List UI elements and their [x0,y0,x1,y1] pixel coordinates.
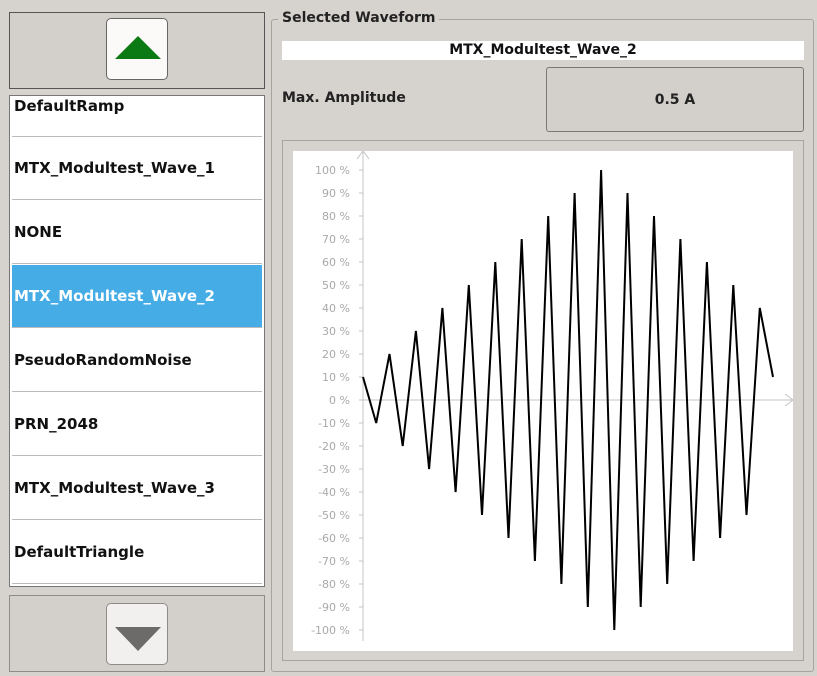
y-tick-label: 100 % [315,164,350,177]
triangle-down-icon [115,627,161,651]
waveform-plot: 100 % 90 % 80 % 70 % 60 % 50 % 40 % 30 % 20 % 10 … [293,151,793,651]
list-item[interactable]: PRN_2048 [12,393,262,456]
y-tick-label: -10 % [318,417,350,430]
y-tick-label: 20 % [322,348,350,361]
y-tick-label: 90 % [322,187,350,200]
scroll-up-panel[interactable] [9,12,265,89]
y-tick-label: -60 % [318,532,350,545]
max-amplitude-label: Max. Amplitude [282,90,406,106]
list-item[interactable]: PseudoRandomNoise [12,329,262,392]
y-tick-label: 40 % [322,302,350,315]
group-title: Selected Waveform [278,10,440,26]
y-tick-label: -40 % [318,486,350,499]
max-amplitude-button[interactable]: 0.5 A [546,67,804,132]
y-tick-label: 80 % [322,210,350,223]
y-tick-label: 50 % [322,279,350,292]
scroll-up-button[interactable] [106,18,168,80]
max-amplitude-value: 0.5 A [654,91,696,108]
y-tick-label: -90 % [318,601,350,614]
list-item-selected[interactable]: MTX_Modultest_Wave_2 [12,265,262,328]
y-tick-label: -80 % [318,578,350,591]
list-item[interactable]: MTX_Modultest_Wave_3 [12,457,262,520]
y-tick-label: -20 % [318,440,350,453]
y-tick-label: -30 % [318,463,350,476]
list-item[interactable]: DefaultTriangle [12,521,262,584]
list-item[interactable]: MTX_Modultest_Wave_1 [12,137,262,200]
scroll-down-panel[interactable] [9,595,265,672]
waveform-name-field: MTX_Modultest_Wave_2 [282,41,804,60]
y-tick-label: -50 % [318,509,350,522]
list-item[interactable]: NONE [12,201,262,264]
waveform-list: DefaultRamp MTX_Modultest_Wave_1 NONE MT… [9,95,265,587]
scroll-down-button[interactable] [106,603,168,665]
y-tick-label: 60 % [322,256,350,269]
y-tick-label: -100 % [311,624,350,637]
y-tick-label: 70 % [322,233,350,246]
waveform-chart: 100 % 90 % 80 % 70 % 60 % 50 % 40 % 30 % 20 % 10 … [311,151,793,641]
y-tick-label: 30 % [322,325,350,338]
triangle-up-icon [115,36,161,59]
list-item[interactable]: DefaultRamp [12,96,262,137]
y-tick-label: 10 % [322,371,350,384]
y-tick-label: 0 % [329,394,350,407]
y-tick-label: -70 % [318,555,350,568]
